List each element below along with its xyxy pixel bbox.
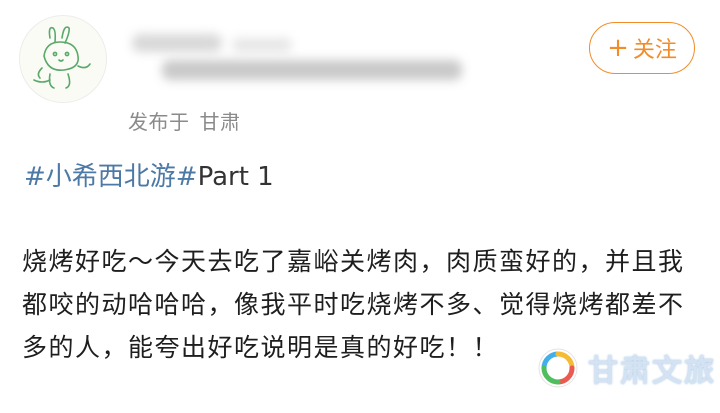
username-blurred[interactable] (132, 26, 472, 84)
topic-suffix: Part 1 (197, 162, 274, 192)
post-meta: 发布于 甘肃 (128, 106, 251, 135)
location-prefix: 发布于 (128, 110, 190, 134)
watermark-text: 甘肃文旅 (588, 354, 716, 389)
follow-label: 关注 (632, 38, 677, 63)
avatar[interactable] (19, 15, 107, 103)
plus-icon: + (607, 33, 629, 63)
rabbit-doodle-icon (33, 26, 91, 89)
follow-button[interactable]: + 关注 (589, 22, 695, 74)
gansu-wenlv-logo-icon (538, 348, 578, 388)
location-text: 甘肃 (199, 110, 241, 134)
topic-tag-link[interactable]: #小希西北游# (24, 162, 198, 192)
topic-line: #小希西北游#Part 1 (24, 156, 274, 193)
watermark: 甘肃文旅 (536, 344, 716, 392)
